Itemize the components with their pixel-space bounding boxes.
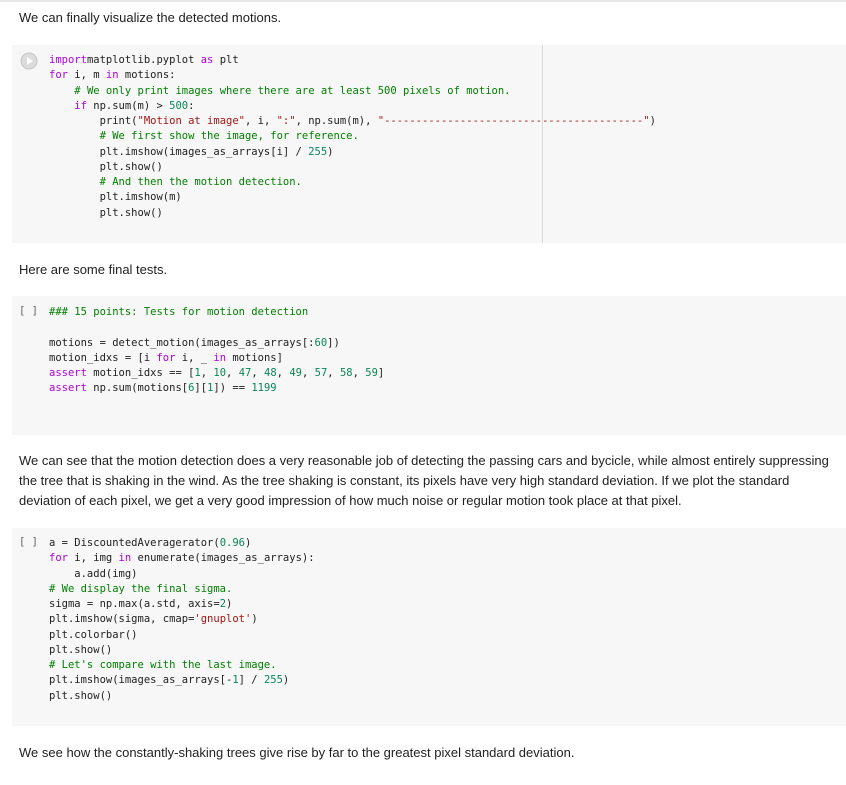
code-line: a.add(img) xyxy=(49,567,138,580)
markdown-cell-2[interactable]: Here are some final tests. xyxy=(19,262,167,277)
code-line: # Let's compare with the last image. xyxy=(49,659,277,671)
code-line: a = DiscountedAveragerator(0.96) xyxy=(49,537,252,549)
play-icon[interactable] xyxy=(20,52,38,70)
code-line: importmatplotlib.pyplot as plt xyxy=(49,54,239,66)
code-editor-1[interactable]: importmatplotlib.pyplot as plt for i, m i… xyxy=(49,53,656,221)
code-line: plt.imshow(m) xyxy=(49,191,182,204)
code-line: # And then the motion detection. xyxy=(99,176,302,188)
code-line: # We display the final sigma. xyxy=(49,582,233,595)
code-line: plt.show() xyxy=(49,689,113,702)
code-line: # We first show the image, for reference… xyxy=(99,130,359,143)
code-line: plt.imshow(images_as_arrays[-1] / 255) xyxy=(49,674,290,687)
run-bracket-2[interactable]: [ ] xyxy=(19,305,38,317)
code-line: motion_idxs = [i for i, _ in motions] xyxy=(49,351,283,364)
markdown-cell-4[interactable]: We see how the constantly-shaking trees … xyxy=(19,745,574,760)
code-line: plt.imshow(images_as_arrays[i] / 255) xyxy=(49,145,334,158)
code-line: if np.sum(m) > 500: xyxy=(74,99,195,112)
markdown-cell-1[interactable]: We can finally visualize the detected mo… xyxy=(19,10,281,25)
code-line: for i, m in motions: xyxy=(49,69,176,82)
code-line: plt.colorbar() xyxy=(49,628,138,641)
code-line: for i, img in enumerate(images_as_arrays… xyxy=(49,552,315,565)
code-editor-3[interactable]: a = DiscountedAveragerator(0.96) for i, i… xyxy=(49,536,315,704)
markdown-cell-3[interactable]: We can see that the motion detection doe… xyxy=(19,451,834,511)
code-line: assert motion_idxs == [1, 10, 47, 48, 49… xyxy=(49,367,385,379)
code-line: plt.show() xyxy=(49,206,163,219)
run-bracket-3[interactable]: [ ] xyxy=(19,536,38,548)
code-line: sigma = np.max(a.std, axis=2) xyxy=(49,598,233,610)
code-line: plt.imshow(sigma, cmap='gnuplot') xyxy=(49,613,258,626)
code-line: motions = detect_motion(images_as_arrays… xyxy=(49,336,340,349)
code-editor-2[interactable]: ### 15 points: Tests for motion detectio… xyxy=(49,305,384,397)
code-line: plt.show() xyxy=(49,160,163,173)
code-line: # We only print images where there are a… xyxy=(74,84,511,97)
code-line: plt.show() xyxy=(49,643,113,656)
top-divider xyxy=(0,0,846,2)
code-line: print("Motion at image", i, ":", np.sum(… xyxy=(49,115,656,127)
code-line: assert np.sum(motions[6][1]) == 1199 xyxy=(49,382,277,395)
code-line: ### 15 points: Tests for motion detectio… xyxy=(49,306,309,318)
